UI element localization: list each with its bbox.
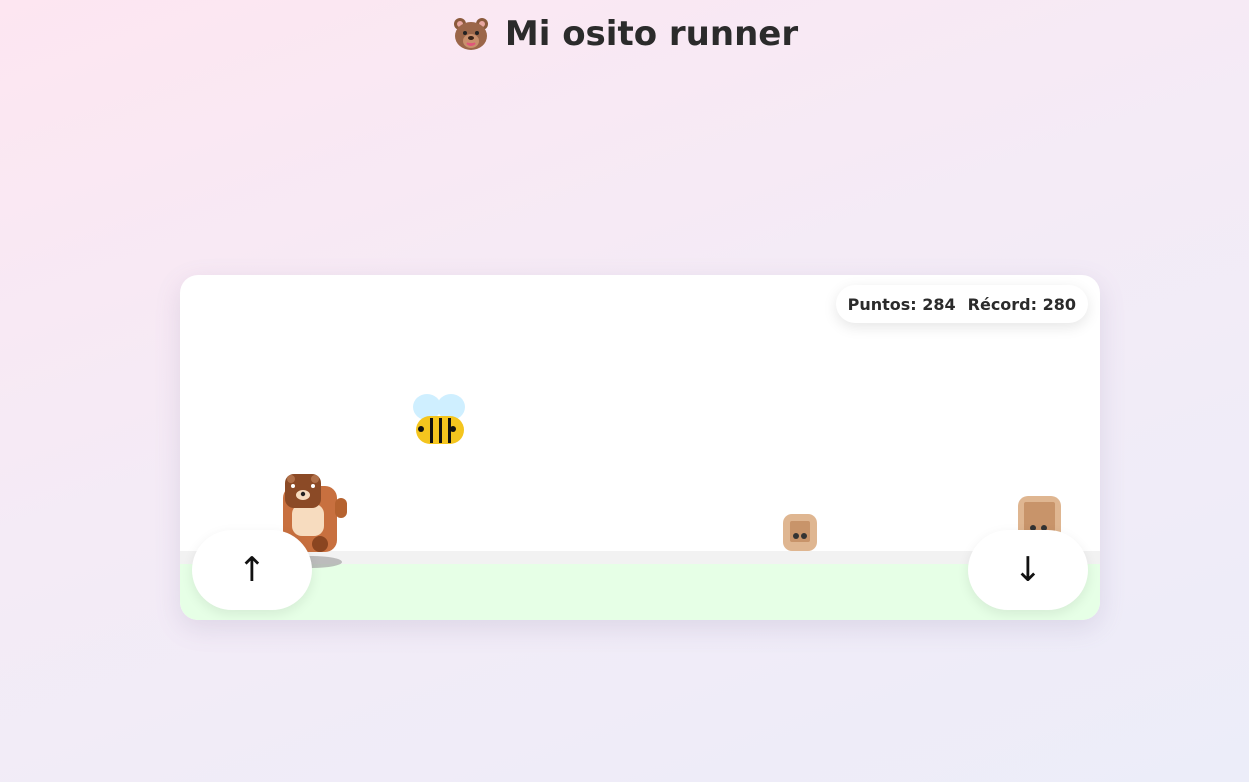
box-obstacle-icon bbox=[783, 514, 817, 551]
jump-button[interactable]: ↑ bbox=[192, 530, 312, 610]
title-text: Mi osito runner bbox=[504, 14, 799, 54]
game-area[interactable]: Puntos: 284 Récord: 280 ↑ ↓ bbox=[180, 275, 1100, 620]
page-title: Mi osito runner bbox=[0, 14, 1249, 54]
bee-icon bbox=[413, 394, 465, 444]
bear-face-icon bbox=[453, 18, 488, 50]
score-record: Récord: 280 bbox=[967, 294, 1076, 314]
score-points: Puntos: 284 bbox=[847, 294, 956, 314]
score-panel: Puntos: 284 Récord: 280 bbox=[835, 285, 1088, 323]
duck-button[interactable]: ↓ bbox=[968, 530, 1088, 610]
ground bbox=[180, 564, 1100, 620]
